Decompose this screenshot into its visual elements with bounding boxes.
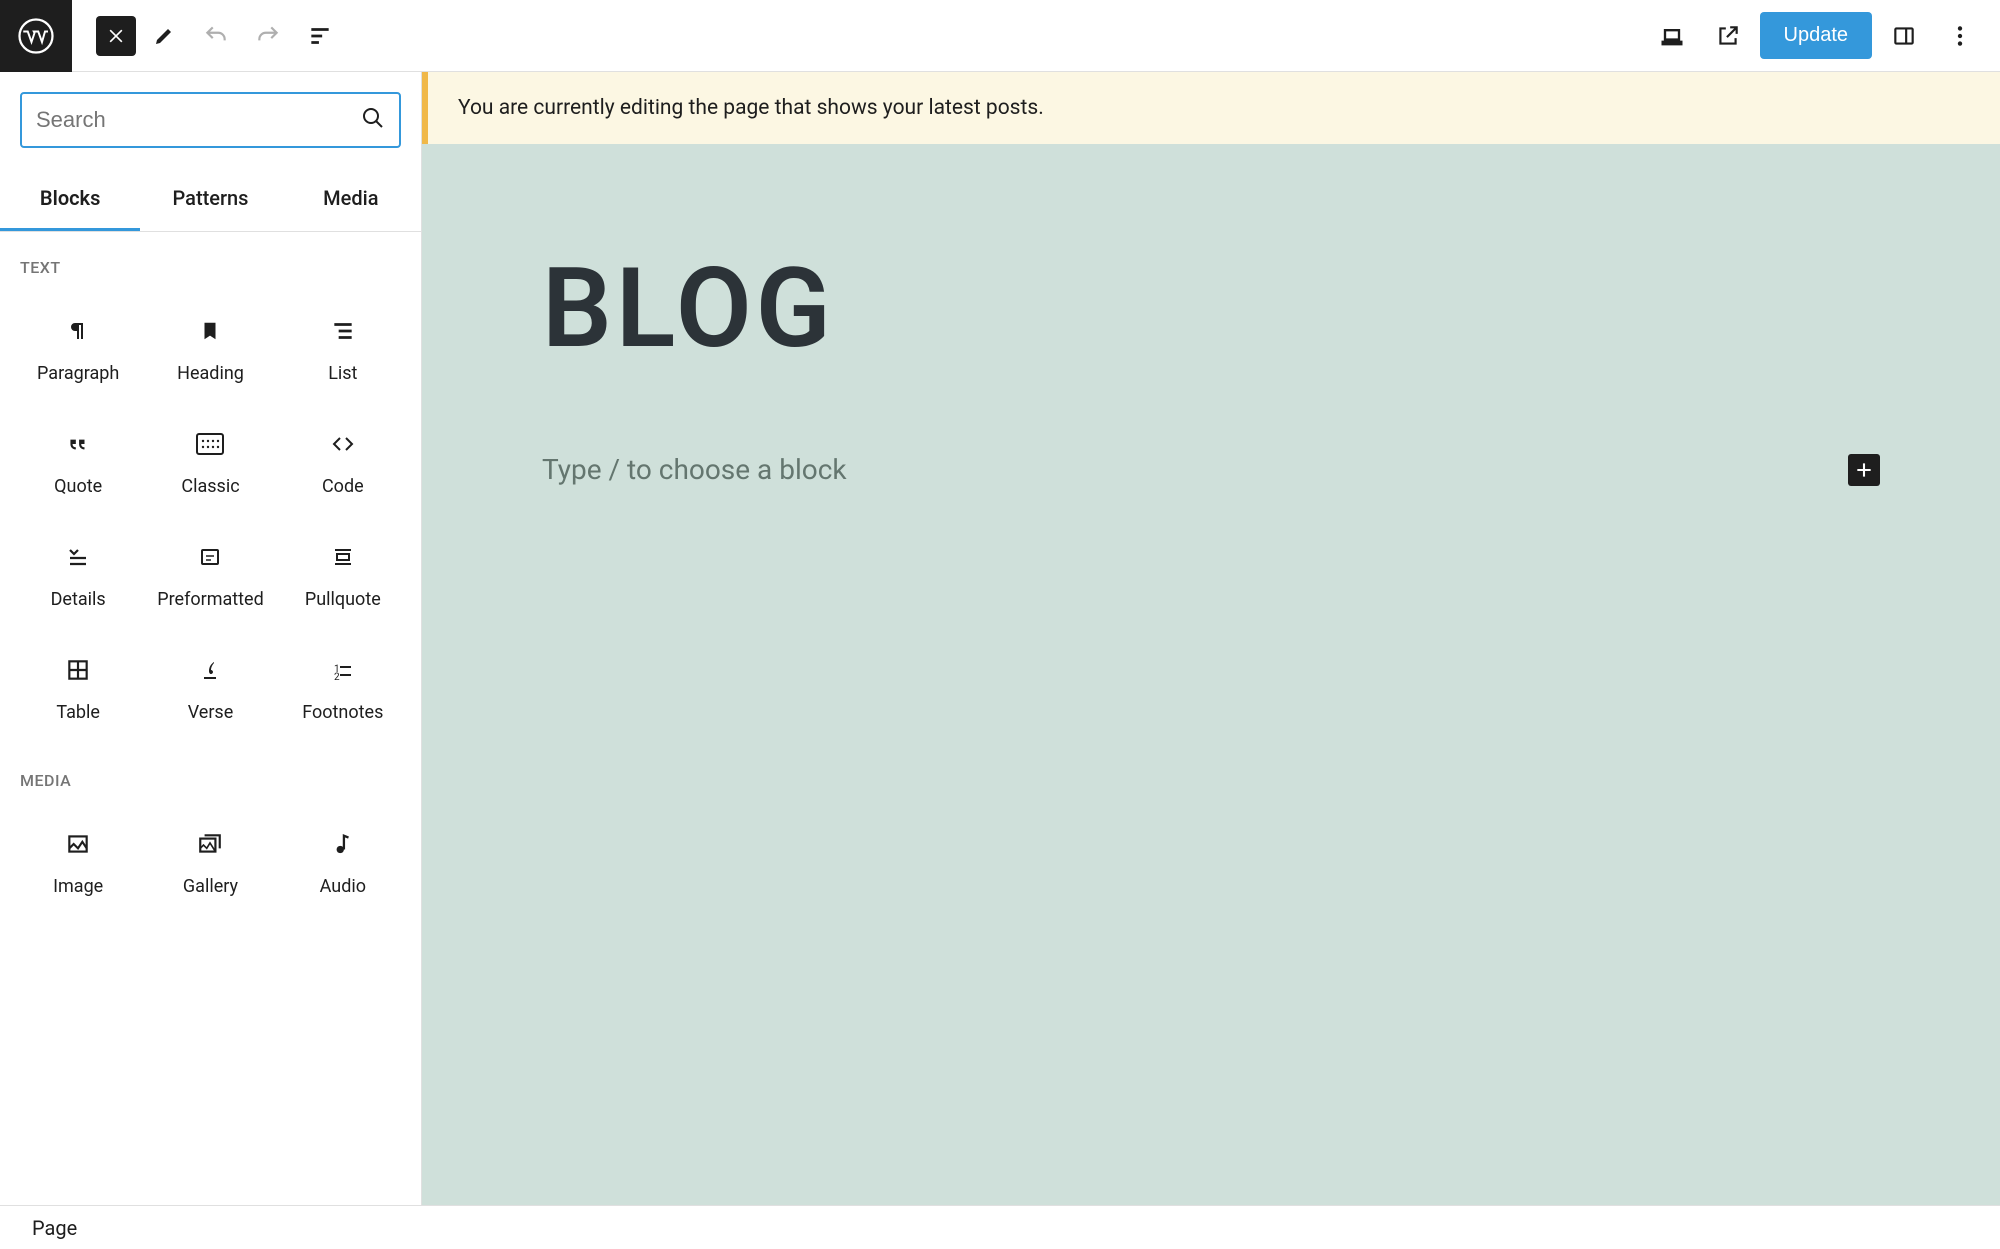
redo-button[interactable] (244, 12, 292, 60)
external-link-button[interactable] (1704, 12, 1752, 60)
heading-icon (199, 315, 221, 347)
pullquote-icon (330, 541, 356, 573)
block-label: Image (53, 876, 103, 897)
block-placeholder-row: Type / to choose a block (542, 453, 1880, 486)
block-label: Table (56, 702, 100, 723)
preformatted-icon (198, 541, 222, 573)
sidebar-toggle-button[interactable] (1880, 12, 1928, 60)
block-label: Paragraph (37, 363, 119, 384)
list-icon (330, 315, 356, 347)
block-heading[interactable]: Heading (144, 293, 276, 406)
page-title[interactable]: BLOG (542, 244, 1880, 373)
svg-text:2: 2 (334, 672, 340, 682)
block-label: Preformatted (157, 589, 264, 610)
editing-notice: You are currently editing the page that … (422, 72, 2000, 144)
block-label: List (328, 363, 357, 384)
block-audio[interactable]: Audio (277, 806, 409, 919)
edit-tool-button[interactable] (140, 12, 188, 60)
block-label: Quote (54, 476, 102, 497)
block-label: Code (322, 476, 364, 497)
block-label: Verse (188, 702, 234, 723)
close-inserter-button[interactable] (96, 16, 136, 56)
category-text-label: TEXT (12, 232, 409, 293)
block-quote[interactable]: Quote (12, 406, 144, 519)
topbar: Update (0, 0, 2000, 72)
block-label: Audio (320, 876, 366, 897)
block-gallery[interactable]: Gallery (144, 806, 276, 919)
block-image[interactable]: Image (12, 806, 144, 919)
block-label: Footnotes (302, 702, 383, 723)
category-media-label: MEDIA (12, 745, 409, 806)
editor-canvas[interactable]: You are currently editing the page that … (422, 72, 2000, 1205)
inserter-tabs: Blocks Patterns Media (0, 168, 421, 232)
block-preformatted[interactable]: Preformatted (144, 519, 276, 632)
block-label: Pullquote (305, 589, 381, 610)
block-grid-media: Image Gallery Audio (12, 806, 409, 919)
block-label: Heading (177, 363, 244, 384)
add-block-button[interactable] (1848, 454, 1880, 486)
table-icon (65, 654, 91, 686)
block-details[interactable]: Details (12, 519, 144, 632)
options-menu-button[interactable] (1936, 12, 1984, 60)
block-label: Details (51, 589, 106, 610)
search-icon (361, 106, 385, 134)
code-icon (329, 428, 357, 460)
block-placeholder-text[interactable]: Type / to choose a block (542, 453, 847, 486)
classic-icon (196, 428, 224, 460)
wordpress-logo[interactable] (0, 0, 72, 72)
gallery-icon (197, 828, 223, 860)
details-icon (65, 541, 91, 573)
paragraph-icon (66, 315, 90, 347)
audio-icon (332, 828, 354, 860)
block-table[interactable]: Table (12, 632, 144, 745)
quote-icon (65, 428, 91, 460)
search-wrapper (0, 72, 421, 168)
block-list[interactable]: TEXT Paragraph Heading List Quote (0, 232, 421, 1205)
undo-button[interactable] (192, 12, 240, 60)
tab-patterns[interactable]: Patterns (140, 168, 280, 231)
footnotes-icon: 12 (330, 654, 356, 686)
block-footnotes[interactable]: 12 Footnotes (277, 632, 409, 745)
image-icon (65, 828, 91, 860)
topbar-right-tools: Update (1648, 12, 2000, 60)
block-classic[interactable]: Classic (144, 406, 276, 519)
verse-icon (198, 654, 222, 686)
block-label: Classic (181, 476, 239, 497)
search-input[interactable] (36, 107, 361, 133)
main-area: Blocks Patterns Media TEXT Paragraph Hea… (0, 72, 2000, 1205)
block-code[interactable]: Code (277, 406, 409, 519)
canvas-content[interactable]: BLOG Type / to choose a block (422, 144, 2000, 486)
block-pullquote[interactable]: Pullquote (277, 519, 409, 632)
block-verse[interactable]: Verse (144, 632, 276, 745)
update-button[interactable]: Update (1760, 12, 1873, 59)
block-grid-text: Paragraph Heading List Quote Classic (12, 293, 409, 745)
block-paragraph[interactable]: Paragraph (12, 293, 144, 406)
topbar-left-tools (72, 12, 344, 60)
block-list[interactable]: List (277, 293, 409, 406)
block-inserter-panel: Blocks Patterns Media TEXT Paragraph Hea… (0, 72, 422, 1205)
document-overview-button[interactable] (296, 12, 344, 60)
view-button[interactable] (1648, 12, 1696, 60)
tab-media[interactable]: Media (281, 168, 421, 231)
tab-blocks[interactable]: Blocks (0, 168, 140, 231)
bottombar: Page (0, 1205, 2000, 1249)
breadcrumb[interactable]: Page (32, 1216, 77, 1240)
search-box[interactable] (20, 92, 401, 148)
block-label: Gallery (183, 876, 238, 897)
